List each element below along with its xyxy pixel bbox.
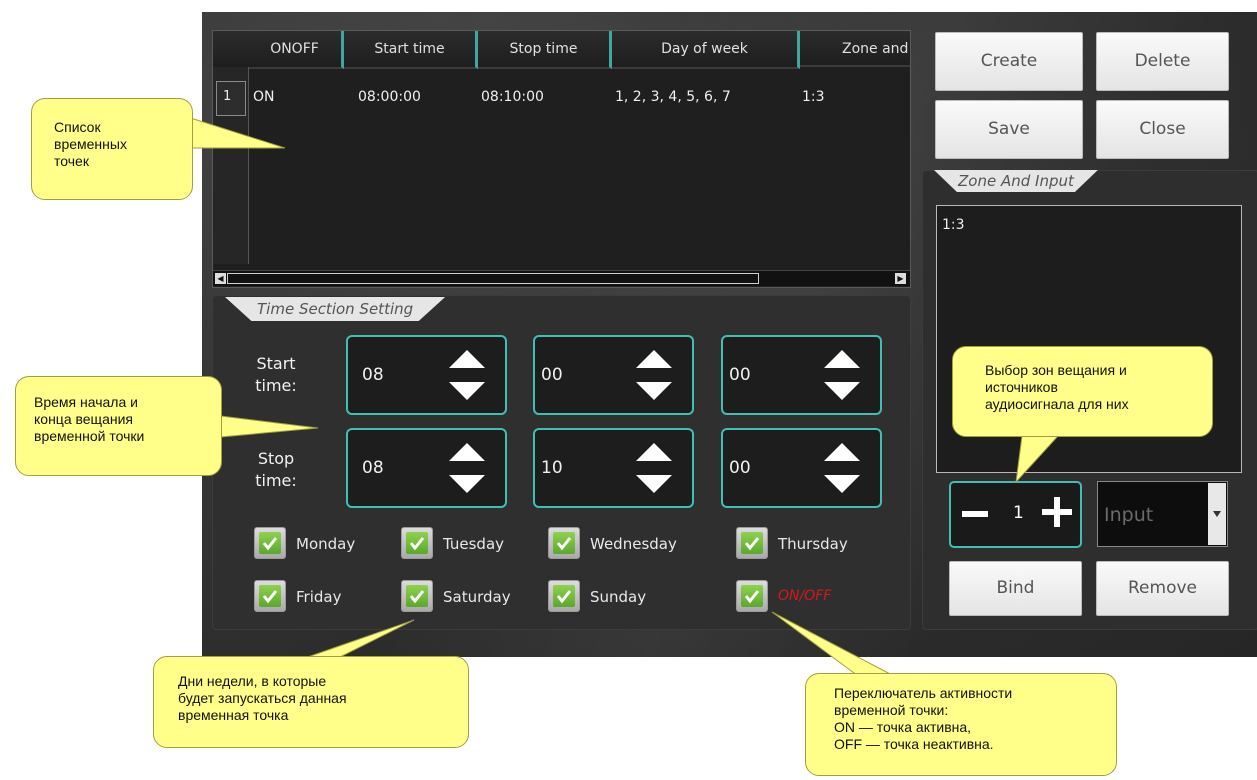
callout-time-points-list: Список временных точек xyxy=(31,98,193,200)
callout-start-stop-time: Время начала и конца вещания временной т… xyxy=(15,376,222,476)
callout-onoff-toggle: Переключатель активности временной точки… xyxy=(805,673,1117,776)
callout-zone-selection: Выбор зон вещания и источников аудиосигн… xyxy=(952,346,1213,437)
callout-weekdays: Дни недели, в которые будет запускаться … xyxy=(153,656,469,748)
